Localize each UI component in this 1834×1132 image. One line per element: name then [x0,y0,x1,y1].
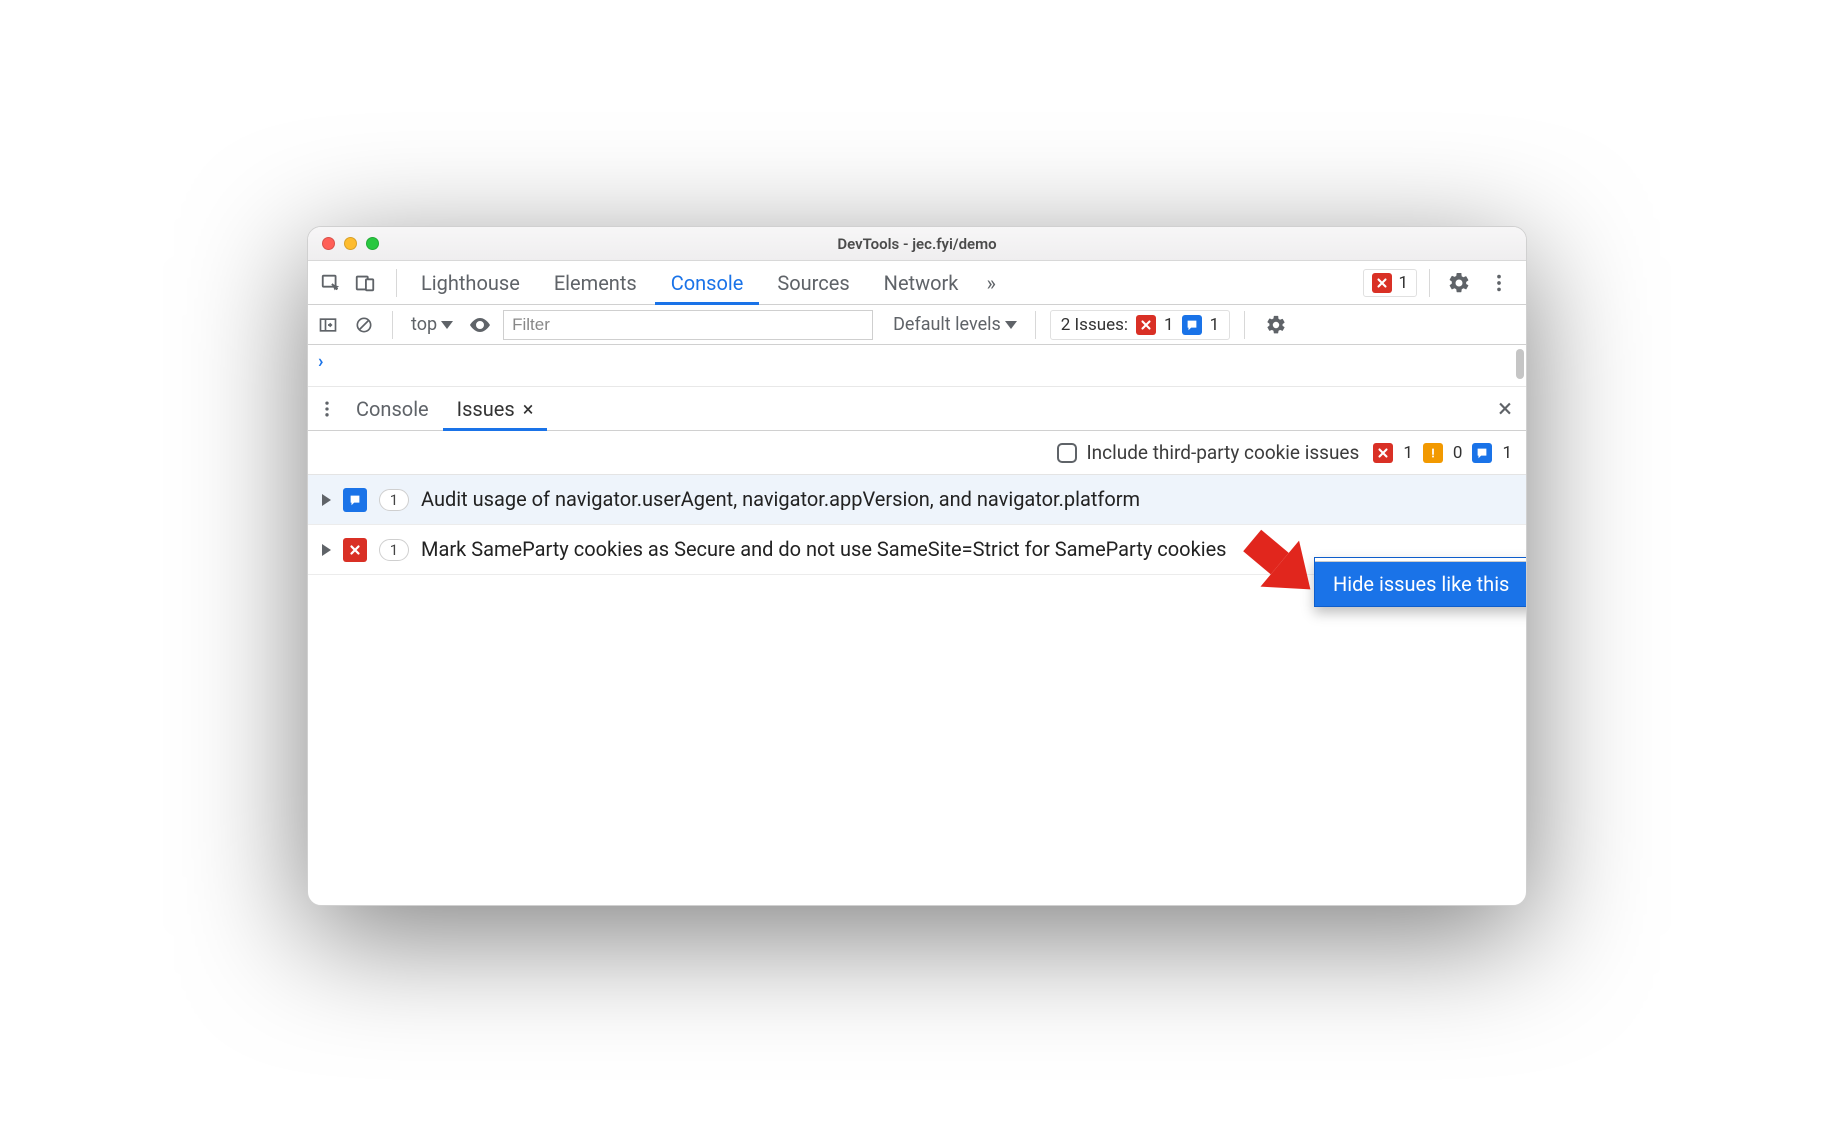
tab-sources[interactable]: Sources [761,261,865,305]
third-party-label: Include third-party cookie issues [1087,441,1360,464]
titlebar: DevTools - jec.fyi/demo [308,227,1526,261]
tab-label: Lighthouse [421,271,520,295]
tabs-overflow-button[interactable]: » [976,261,1005,305]
disclosure-triangle-icon[interactable] [322,544,331,556]
warning-badge-icon [1423,443,1443,463]
tab-label: Console [671,271,744,295]
issue-occurrence-count: 1 [379,539,409,561]
issue-row[interactable]: 1 Audit usage of navigator.userAgent, na… [308,475,1526,525]
console-settings-gear-icon[interactable] [1259,308,1293,342]
drawer-tab-console[interactable]: Console [342,387,443,431]
drawer-tab-strip: Console Issues × × [308,387,1526,431]
close-tab-icon[interactable]: × [523,397,534,421]
issues-summary-button[interactable]: 2 Issues: 1 1 [1050,310,1230,340]
error-count: 1 [1398,273,1408,293]
info-badge-icon [343,488,367,512]
separator [392,311,393,339]
checkbox-icon [1057,443,1077,463]
issues-summary-label: 2 Issues: [1061,315,1128,335]
device-toolbar-icon[interactable] [348,266,382,300]
issue-title: Audit usage of navigator.userAgent, navi… [421,485,1512,514]
tab-label: Sources [777,271,849,295]
error-count: 1 [1403,443,1413,463]
more-menu-icon[interactable] [1482,266,1516,300]
separator [1244,311,1245,339]
context-selector-label: top [411,314,437,335]
chevron-down-icon [441,321,453,329]
live-expression-eye-icon[interactable] [465,308,495,342]
log-levels-dropdown[interactable]: Default levels [889,314,1021,335]
error-badge-icon [343,538,367,562]
drawer-tab-label: Console [356,397,429,421]
issues-filter-bar: Include third-party cookie issues 1 0 1 [308,431,1526,475]
tab-network[interactable]: Network [868,261,975,305]
console-input-area[interactable]: › [308,345,1526,387]
settings-gear-icon[interactable] [1442,266,1476,300]
console-sidebar-toggle-icon[interactable] [314,308,342,342]
separator [396,269,397,297]
console-toolbar: top Default levels 2 Issues: 1 1 [308,305,1526,345]
error-badge-icon [1372,273,1392,293]
tab-lighthouse[interactable]: Lighthouse [405,261,536,305]
filter-input[interactable] [503,310,873,340]
disclosure-triangle-icon[interactable] [322,494,331,506]
error-badge-icon [1373,443,1393,463]
scrollbar-thumb[interactable] [1516,349,1524,379]
tab-elements[interactable]: Elements [538,261,653,305]
info-badge-icon [1472,443,1492,463]
close-drawer-button[interactable]: × [1498,394,1522,424]
issue-counts: 1 0 1 [1373,443,1512,463]
error-count: 1 [1164,315,1174,335]
log-levels-label: Default levels [893,314,1001,335]
clear-console-icon[interactable] [350,308,378,342]
info-count: 1 [1210,315,1220,335]
inspect-element-icon[interactable] [314,266,348,300]
error-badge-icon [1136,315,1156,335]
errors-indicator[interactable]: 1 [1363,269,1417,297]
context-selector[interactable]: top [407,314,457,335]
drawer-tab-label: Issues [457,397,515,421]
drawer-more-menu-icon[interactable] [312,392,342,426]
tab-label: Elements [554,271,637,295]
main-tab-strip: Lighthouse Elements Console Sources Netw… [308,261,1526,305]
issue-occurrence-count: 1 [379,489,409,511]
tab-console[interactable]: Console [655,261,760,305]
window-title: DevTools - jec.fyi/demo [308,235,1526,253]
context-menu-item-hide-issues[interactable]: Hide issues like this [1315,562,1527,606]
warning-count: 0 [1453,443,1463,463]
console-prompt-icon: › [318,351,323,372]
separator [1035,311,1036,339]
third-party-checkbox[interactable]: Include third-party cookie issues [1057,441,1360,464]
chevron-down-icon [1005,321,1017,329]
separator [1429,269,1430,297]
drawer-tab-issues[interactable]: Issues × [443,387,548,431]
tab-label: Network [884,271,959,295]
overflow-glyph: » [986,271,995,295]
context-menu: Hide issues like this [1314,557,1527,607]
info-count: 1 [1502,443,1512,463]
info-badge-icon [1182,315,1202,335]
context-menu-item-label: Hide issues like this [1333,572,1509,596]
devtools-window: DevTools - jec.fyi/demo Lighthouse Eleme… [307,226,1527,906]
